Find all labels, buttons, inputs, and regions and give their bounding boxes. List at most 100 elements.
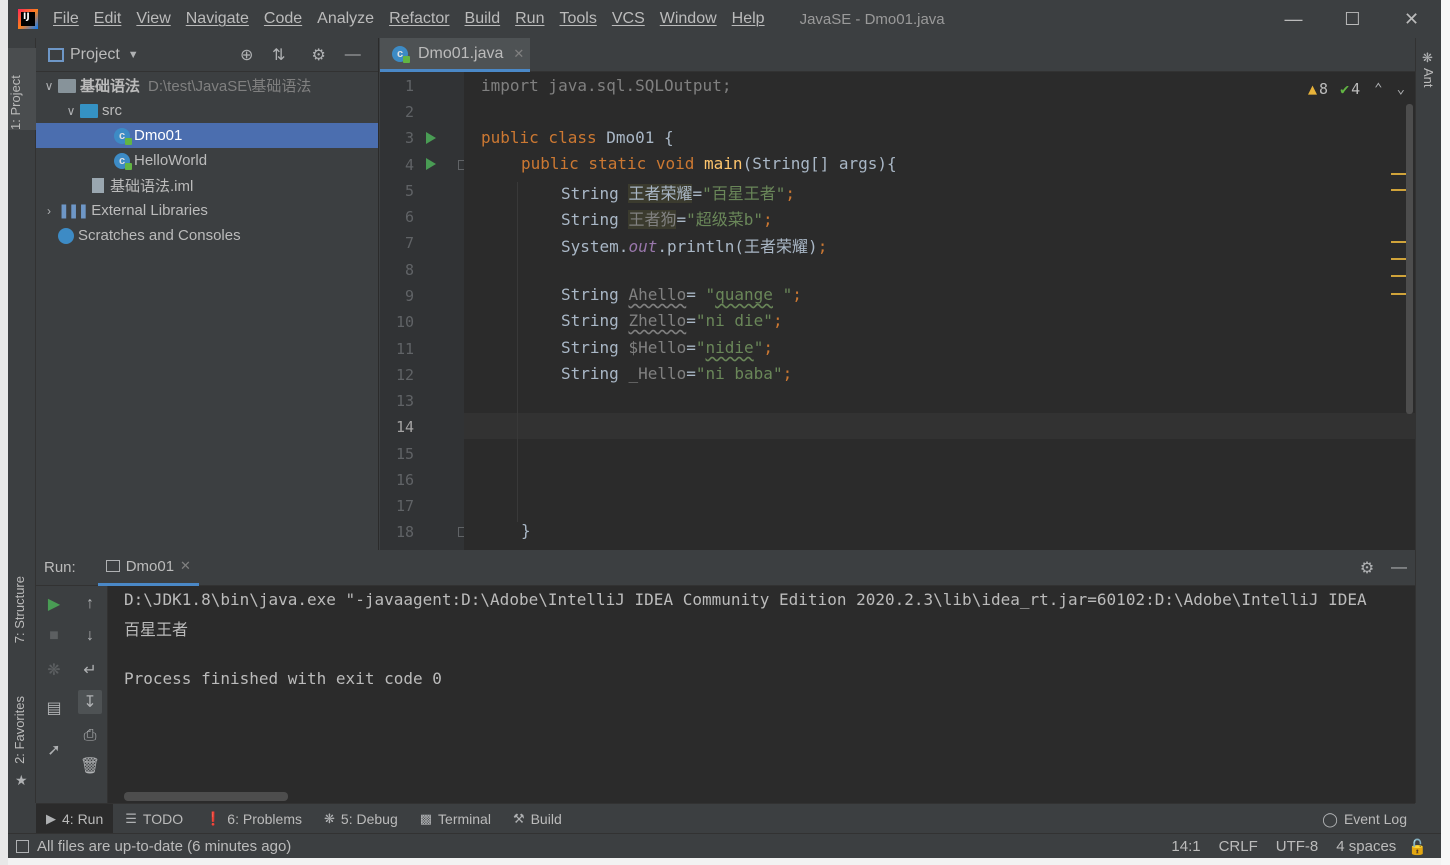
inspection-widget[interactable]: ▲ 8 ✔ 4 ⌃ ⌄ [1308, 80, 1405, 98]
tree-item-iml[interactable]: 基础语法.iml [36, 173, 378, 198]
error-stripe-mark[interactable] [1391, 241, 1407, 243]
error-stripe-mark[interactable] [1391, 189, 1407, 191]
close-tab-icon[interactable]: ✕ [180, 558, 191, 574]
run-main-icon[interactable] [426, 158, 436, 170]
tree-item-label: External Libraries [91, 202, 208, 219]
previous-highlight-icon[interactable]: ⌃ [1374, 81, 1382, 97]
trash-icon[interactable]: 🗑 [78, 754, 102, 778]
java-class-icon: c [114, 152, 132, 170]
maximize-button[interactable]: ☐ [1323, 0, 1382, 38]
file-encoding[interactable]: UTF-8 [1276, 838, 1319, 855]
line-separator[interactable]: CRLF [1219, 838, 1258, 855]
unused-variable: 王者狗 [628, 210, 677, 229]
tree-item-scratches[interactable]: Scratches and Consoles [36, 223, 378, 248]
tool-tab-problems[interactable]: ❗ 6: Problems [195, 804, 312, 834]
weak-warning-count: 4 [1351, 80, 1361, 98]
code-editor[interactable]: import java.sql.SQLOutput; public class … [464, 72, 1415, 550]
run-tab-label: Dmo01 [125, 557, 175, 575]
minimize-button[interactable]: — [1264, 0, 1323, 38]
line-number: 6 [404, 208, 414, 226]
soft-wrap-icon[interactable]: ↵ [78, 658, 102, 682]
menu-run[interactable]: Run [515, 10, 544, 28]
collapse-all-icon[interactable]: ⇅ [269, 45, 289, 65]
structure-tool-tab[interactable]: 7: Structure [12, 576, 27, 643]
editor-scrollbar[interactable] [1406, 104, 1413, 414]
debug-icon[interactable]: ❋ [42, 658, 66, 682]
layout-icon[interactable]: ▤ [42, 696, 66, 720]
menu-view[interactable]: View [136, 10, 170, 28]
menu-vcs[interactable]: VCS [612, 10, 645, 28]
pin-icon[interactable]: ➚ [42, 738, 66, 762]
project-panel: Project ▼ ⊕ ⇅ ⚙ — ∨ 基础语法 D:\test\JavaSE\… [36, 38, 379, 550]
stop-icon[interactable]: ■ [42, 624, 66, 648]
tree-item-module[interactable]: ∨ 基础语法 D:\test\JavaSE\基础语法 [36, 73, 378, 98]
tool-tab-run[interactable]: ▶ 4: Run [36, 803, 114, 834]
menu-navigate[interactable]: Navigate [186, 10, 249, 28]
gear-icon[interactable]: ⚙ [309, 45, 329, 65]
close-window-button[interactable]: ✕ [1382, 0, 1441, 38]
indent-setting[interactable]: 4 spaces [1336, 838, 1396, 855]
line-number-current: 14 [395, 418, 414, 436]
error-stripe-mark[interactable] [1391, 173, 1407, 175]
code-line-1: import java.sql.SQLOutput; [481, 76, 731, 95]
code-line-7: System.out.println(王者荣耀); [561, 233, 827, 257]
tree-item-label: Scratches and Consoles [78, 227, 241, 244]
menu-tools[interactable]: Tools [559, 10, 596, 28]
run-class-icon[interactable] [426, 132, 436, 144]
run-panel: Run: Dmo01 ✕ ⚙ — ▶ ■ ❋ ▤ ➚ ↑ ↓ ↵ ↧ ⎙ 🗑 D… [36, 550, 1415, 803]
lock-icon[interactable]: 🔓 [1408, 838, 1427, 856]
library-icon: ❚❚❚ [58, 202, 89, 218]
chevron-right-icon[interactable]: › [40, 204, 58, 218]
operator: = [686, 285, 706, 304]
print-icon[interactable]: ⎙ [78, 724, 102, 748]
menu-window[interactable]: Window [660, 10, 717, 28]
chevron-down-icon[interactable]: ∨ [40, 79, 58, 93]
scroll-to-end-icon[interactable]: ↧ [78, 690, 102, 714]
error-stripe-mark[interactable] [1391, 275, 1407, 277]
line-number: 4 [404, 156, 414, 174]
left-tool-stripe: 1: Project 7: Structure 2: Favorites ★ [8, 38, 36, 803]
console-output[interactable]: D:\JDK1.8\bin\java.exe "-javaagent:D:\Ad… [124, 586, 1415, 803]
next-highlight-icon[interactable]: ⌄ [1397, 81, 1405, 97]
import-statement: import java.sql.SQLOutput; [481, 76, 732, 95]
error-stripe-mark[interactable] [1391, 258, 1407, 260]
caret-position[interactable]: 14:1 [1171, 838, 1200, 855]
tool-tab-debug[interactable]: ❋ 5: Debug [314, 804, 408, 834]
menu-code[interactable]: Code [264, 10, 302, 28]
project-tool-tab[interactable]: 1: Project [8, 48, 36, 130]
tool-tab-terminal[interactable]: ▩ Terminal [410, 804, 501, 834]
menu-edit[interactable]: Edit [94, 10, 122, 28]
menu-help[interactable]: Help [732, 10, 765, 28]
close-tab-icon[interactable]: ✕ [513, 46, 524, 62]
hide-panel-icon[interactable]: — [1389, 558, 1409, 578]
ant-tool-tab[interactable]: Ant [1421, 68, 1436, 88]
event-log-button[interactable]: ◯ Event Log [1322, 804, 1407, 834]
console-horizontal-scrollbar[interactable] [124, 792, 288, 801]
string-quote: " [753, 338, 764, 357]
tool-tab-build[interactable]: ⚒ Build [503, 804, 572, 834]
locate-icon[interactable]: ⊕ [237, 45, 257, 65]
line-number: 11 [395, 340, 414, 358]
arrow-up-icon[interactable]: ↑ [78, 592, 102, 616]
chevron-down-icon[interactable]: ▼ [128, 49, 139, 61]
menu-build[interactable]: Build [465, 10, 501, 28]
gear-icon[interactable]: ⚙ [1357, 558, 1377, 578]
menu-analyze[interactable]: Analyze [317, 10, 374, 28]
menu-file[interactable]: File [53, 10, 79, 28]
arrow-down-icon[interactable]: ↓ [78, 624, 102, 648]
rerun-icon[interactable]: ▶ [42, 592, 66, 616]
error-stripe-mark[interactable] [1391, 293, 1407, 295]
tool-tab-todo[interactable]: ☰ TODO [115, 804, 193, 834]
tree-item-external-libraries[interactable]: › ❚❚❚ External Libraries [36, 198, 378, 223]
chevron-down-icon[interactable]: ∨ [62, 104, 80, 118]
menu-refactor[interactable]: Refactor [389, 10, 449, 28]
run-tab-dmo01[interactable]: Dmo01 ✕ [97, 550, 199, 586]
status-toggle-icon[interactable] [16, 839, 29, 853]
project-panel-title[interactable]: Project [70, 46, 120, 64]
hide-panel-icon[interactable]: — [343, 45, 363, 65]
favorites-tool-tab[interactable]: 2: Favorites [12, 696, 27, 764]
tree-item-src[interactable]: ∨ src [36, 98, 378, 123]
tree-item-helloworld[interactable]: c HelloWorld [36, 148, 378, 173]
tree-item-dmo01[interactable]: c Dmo01 [36, 123, 378, 148]
editor-tab-dmo01[interactable]: c Dmo01.java ✕ [380, 38, 530, 72]
